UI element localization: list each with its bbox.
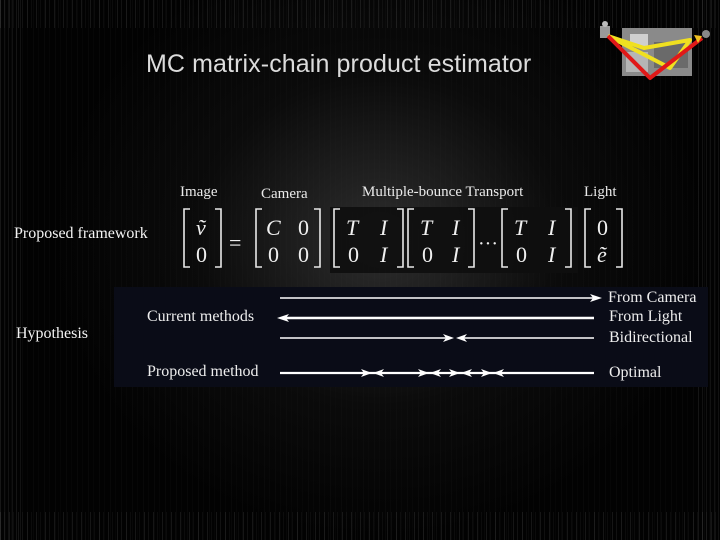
t3-i: I — [547, 215, 557, 240]
t2-i2: I — [451, 242, 461, 267]
t1-i: I — [379, 215, 389, 240]
transport-matrix-2: T I 0 I — [420, 215, 461, 267]
t3-i2: I — [547, 242, 557, 267]
camera-matrix-c: C — [266, 215, 281, 240]
proposed-method-label: Proposed method — [147, 363, 259, 380]
t1-t: T — [346, 215, 360, 240]
row-label-bidirectional: Bidirectional — [609, 329, 693, 346]
camera-matrix-10: 0 — [268, 242, 279, 267]
matrix-equation: ṽ 0 = C 0 0 0 T I 0 I T I 0 I ··· T I 0 … — [183, 208, 623, 268]
t3-zero: 0 — [516, 242, 527, 267]
light-vector-bottom: ẽ — [597, 242, 608, 267]
t1-i2: I — [379, 242, 389, 267]
bracket-group — [183, 208, 623, 268]
t2-zero: 0 — [422, 242, 433, 267]
image-vector-bottom: 0 — [196, 242, 207, 267]
row-label-optimal: Optimal — [609, 364, 662, 381]
transport-matrix-3: T I 0 I — [514, 215, 557, 267]
t1-zero: 0 — [348, 242, 359, 267]
camera-matrix-01: 0 — [298, 215, 309, 240]
light-vector-top: 0 — [597, 215, 608, 240]
t2-i: I — [451, 215, 461, 240]
equals-sign: = — [229, 230, 241, 255]
hypothesis-label: Hypothesis — [16, 325, 88, 342]
row-label-from-camera: From Camera — [608, 289, 697, 306]
t2-t: T — [420, 215, 434, 240]
ellipsis: ··· — [478, 233, 498, 255]
t3-t: T — [514, 215, 528, 240]
image-vector-top: ṽ — [196, 215, 207, 240]
transport-matrix-1: T I 0 I — [346, 215, 389, 267]
decorative-streaks-bottom — [0, 512, 720, 540]
row-label-from-light: From Light — [609, 308, 683, 325]
camera-matrix-11: 0 — [298, 242, 309, 267]
current-methods-label: Current methods — [147, 308, 255, 325]
